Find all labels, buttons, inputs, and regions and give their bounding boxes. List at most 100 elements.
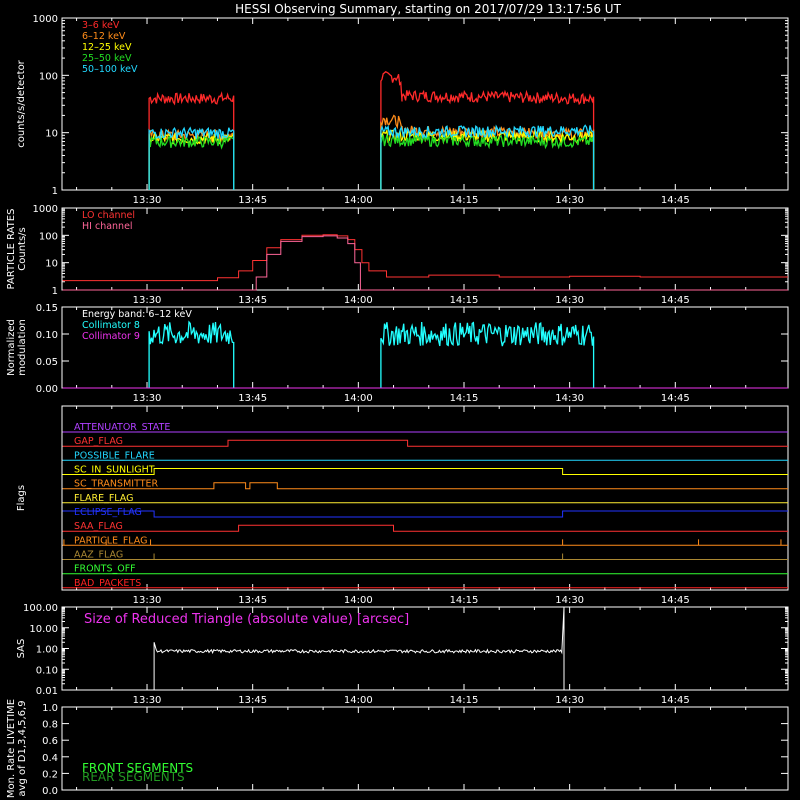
sas-xtick-label: 13:45 — [238, 695, 267, 706]
flags-xtick-label: 13:30 — [133, 595, 162, 606]
particle-rates-legend-lo-channel: LO channel — [82, 210, 135, 221]
particle-rates-xtick-label: 14:15 — [450, 295, 479, 306]
sas-xtick-label: 14:15 — [450, 695, 479, 706]
particle-rates-ytick-label: 1 — [52, 286, 58, 297]
flag-label-attenuator-state: ATTENUATOR_STATE — [74, 422, 170, 433]
particle-rates-series-lo-channel — [62, 234, 788, 282]
flag-label-aaz-flag: AAZ_FLAG — [74, 550, 123, 561]
modulation-ylabel: Normalized — [6, 319, 17, 376]
particle-rates-xtick-label: 14:45 — [661, 295, 690, 306]
flag-label-particle-flag: PARTICLE_FLAG — [74, 535, 147, 546]
count-rates-legend-25-50-kev: 25–50 keV — [82, 53, 132, 64]
flag-label-flare-flag: FLARE_FLAG — [74, 493, 134, 504]
modulation-ytick-label: 0.05 — [36, 357, 58, 368]
count-rates-series-25-50-kev — [148, 134, 235, 190]
modulation-ytick-label: 0.10 — [36, 330, 58, 341]
sas-annotation: Size of Reduced Triangle (absolute value… — [84, 612, 409, 627]
flags-xtick-label: 14:15 — [450, 595, 479, 606]
flags-xtick-label: 14:45 — [661, 595, 690, 606]
particle-rates-xtick-label: 14:00 — [344, 295, 373, 306]
livetime-ytick-label: 0.6 — [42, 736, 58, 747]
modulation-annotation: Energy band: 6–12 keV — [82, 309, 192, 320]
livetime-ylabel: Mon. Rate LIVETIME — [6, 699, 17, 798]
modulation-legend-collimator-9: Collimator 9 — [82, 331, 140, 342]
particle-rates-ytick-label: 10 — [45, 259, 58, 270]
count-rates-ytick-label: 1000 — [33, 14, 58, 25]
modulation-series-collimator-8 — [148, 320, 235, 388]
count-rates-ytick-label: 100 — [39, 71, 58, 82]
sas-ytick-label: 0.10 — [36, 665, 58, 676]
livetime-ylabel: avg of D1,3,4,5,6,9 — [17, 700, 28, 796]
flag-label-bad-packets: BAD_PACKETS — [74, 578, 141, 589]
flag-label-eclipse-flag: ECLIPSE_FLAG — [74, 507, 142, 518]
modulation-xtick-label: 14:00 — [344, 393, 373, 404]
modulation-series-collimator-8 — [380, 321, 595, 388]
flag-line-sc-in-sunlight — [62, 468, 788, 475]
count-rates-xtick-label: 14:45 — [661, 195, 690, 206]
modulation-xtick-label: 13:30 — [133, 393, 162, 404]
flag-line-eclipse-flag — [62, 510, 788, 518]
count-rates-xtick-label: 14:00 — [344, 195, 373, 206]
count-rates-ytick-label: 1 — [52, 186, 58, 197]
count-rates-xtick-label: 14:30 — [555, 195, 584, 206]
livetime-ytick-label: 1.0 — [42, 703, 58, 714]
sas-ytick-label: 1.00 — [36, 645, 58, 656]
modulation-ytick-label: 0.15 — [36, 303, 58, 314]
modulation-xtick-label: 13:45 — [238, 393, 267, 404]
modulation-xtick-label: 14:30 — [555, 393, 584, 404]
sas-ylabel: SAS — [16, 639, 27, 659]
count-rates-frame — [61, 17, 789, 191]
livetime-legend-rear-segments: REAR SEGMENTS — [82, 770, 185, 784]
count-rates-series-25-50-kev — [380, 133, 595, 190]
modulation-xtick-label: 14:45 — [661, 393, 690, 404]
count-rates-series-50-100-kev — [148, 126, 235, 190]
modulation-xtick-label: 14:15 — [450, 393, 479, 404]
particle-rates-series-hi-channel — [62, 235, 788, 291]
sas-xtick-label: 13:30 — [133, 695, 162, 706]
sas-ytick-label: 0.01 — [36, 686, 58, 697]
flag-label-saa-flag: SAA_FLAG — [74, 521, 123, 532]
flag-label-gap-flag: GAP_FLAG — [74, 436, 123, 447]
livetime-ytick-label: 0.0 — [42, 786, 58, 797]
sas-xtick-label: 14:45 — [661, 695, 690, 706]
modulation-ylabel: modulation — [17, 319, 28, 376]
modulation-ytick-label: 0.00 — [36, 384, 58, 395]
flags-frame — [61, 405, 789, 591]
livetime-ytick-label: 0.2 — [42, 769, 58, 780]
particle-rates-xtick-label: 14:30 — [555, 295, 584, 306]
flags-ylabel: Flags — [16, 485, 27, 511]
sas-ytick-label: 10.00 — [29, 624, 58, 635]
flags-xtick-label: 14:30 — [555, 595, 584, 606]
particle-rates-ytick-label: 100 — [39, 231, 58, 242]
count-rates-legend-50-100-kev: 50–100 keV — [82, 64, 138, 75]
livetime-ytick-label: 0.4 — [42, 753, 58, 764]
panels-group: 13:30 13:45 14:00 14:15 14:30 14:45 counts/s/d… — [6, 14, 789, 798]
count-rates-legend-6-12-kev: 6–12 keV — [82, 31, 126, 42]
count-rates-xtick-label: 13:45 — [238, 195, 267, 206]
flags-xtick-label: 13:45 — [238, 595, 267, 606]
hessi-summary-figure: HESSI Observing Summary, starting on 201… — [6, 2, 789, 798]
count-rates-ylabel: counts/s/detector — [16, 59, 27, 147]
count-rates-xtick-label: 14:15 — [450, 195, 479, 206]
particle-rates-legend-hi-channel: HI channel — [82, 221, 133, 232]
particle-rates-ylabel: Counts/s — [17, 227, 28, 271]
count-rates-ytick-label: 10 — [45, 129, 58, 140]
flag-line-sc-transmitter — [62, 482, 788, 490]
modulation-legend-collimator-8: Collimator 8 — [82, 320, 140, 331]
flag-label-sc-transmitter: SC_TRANSMITTER — [74, 479, 159, 490]
sas-ytick-label: 100.00 — [23, 603, 58, 614]
count-rates-legend-3-6-kev: 3–6 keV — [82, 20, 120, 31]
flag-line-gap-flag — [62, 439, 788, 447]
flag-label-fronts-off: FRONTS_OFF — [74, 564, 136, 575]
particle-rates-ytick-label: 1000 — [33, 204, 58, 215]
count-rates-xtick-label: 13:30 — [133, 195, 162, 206]
count-rates-legend-12-25-kev: 12–25 keV — [82, 42, 132, 53]
flag-label-possible-flare: POSSIBLE_FLARE — [74, 450, 155, 461]
sas-xtick-label: 14:00 — [344, 695, 373, 706]
flag-label-sc-in-sunlight: SC_IN_SUNLIGHT — [74, 465, 155, 476]
particle-rates-xtick-label: 13:45 — [238, 295, 267, 306]
particle-rates-ylabel: PARTICLE RATES — [6, 209, 17, 290]
livetime-ytick-label: 0.8 — [42, 720, 58, 731]
figure-title: HESSI Observing Summary, starting on 201… — [235, 2, 621, 16]
flags-xtick-label: 14:00 — [344, 595, 373, 606]
